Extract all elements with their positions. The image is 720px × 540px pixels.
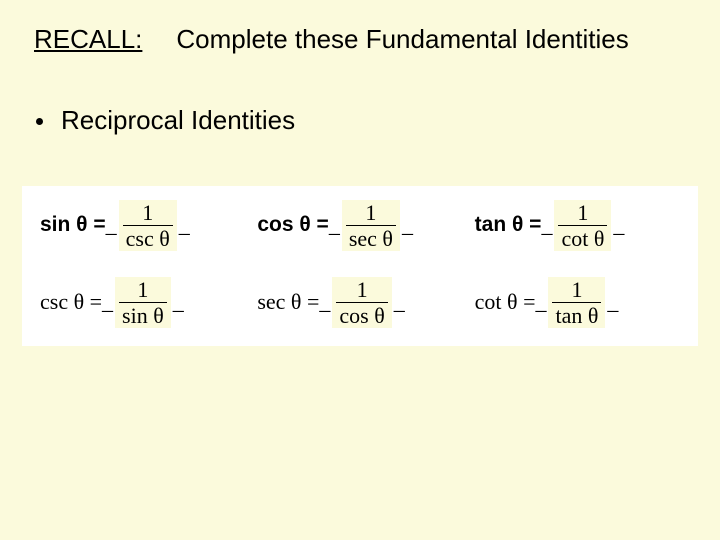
identity-sin-lhs: sin θ = [40, 213, 106, 237]
blank-trailing: _ [394, 289, 405, 315]
identities-block: sin θ = _ 1 csc θ _ cos θ = _ 1 [22, 186, 698, 346]
fraction: 1 cos θ [336, 278, 387, 327]
fraction-denom-text: cot θ [561, 226, 604, 251]
fraction-numerator: 1 [575, 201, 590, 224]
fraction-denominator: sec θ [346, 227, 396, 250]
bullet-label: Reciprocal Identities [55, 104, 301, 138]
identities-grid: sin θ = _ 1 csc θ _ cos θ = _ 1 [40, 200, 680, 328]
fraction-denom-text: cos θ [339, 303, 384, 328]
identity-csc-lhs: csc θ = [40, 289, 102, 315]
bullet-dot-icon [36, 118, 43, 125]
fraction: 1 tan θ [552, 278, 601, 327]
fraction-denom-text: tan θ [555, 303, 598, 328]
identity-cot-lhs: cot θ = [475, 289, 536, 315]
blank-leading: _ [535, 289, 546, 315]
blank-leading: _ [541, 212, 552, 238]
identity-csc-answer: 1 sin θ [115, 277, 171, 328]
fraction-denominator: cot θ [558, 227, 607, 250]
identity-tan-answer: 1 cot θ [554, 200, 611, 251]
recall-label: RECALL: [28, 22, 148, 58]
blank-trailing: _ [613, 212, 624, 238]
fraction-denominator: sin θ [119, 304, 167, 327]
blank-leading: _ [106, 212, 117, 238]
fraction-denominator: tan θ [552, 304, 601, 327]
fraction-denom-text: sin θ [122, 303, 164, 328]
fraction-numerator: 1 [363, 201, 378, 224]
identity-cot-answer: 1 tan θ [548, 277, 605, 328]
fraction: 1 csc θ [123, 201, 173, 250]
identity-sin: sin θ = _ 1 csc θ _ [40, 200, 245, 251]
blank-trailing: _ [173, 289, 184, 315]
blank-trailing: _ [179, 212, 190, 238]
fraction-denominator: cos θ [336, 304, 387, 327]
identity-tan-lhs: tan θ = [475, 213, 542, 237]
identity-sec: sec θ = _ 1 cos θ _ [257, 277, 462, 328]
blank-trailing: _ [402, 212, 413, 238]
fraction-numerator: 1 [135, 278, 150, 301]
fraction-numerator: 1 [355, 278, 370, 301]
identity-cos: cos θ = _ 1 sec θ _ [257, 200, 462, 251]
fraction-numerator: 1 [140, 201, 155, 224]
identity-sec-lhs: sec θ = [257, 289, 319, 315]
header-row: RECALL: Complete these Fundamental Ident… [28, 22, 692, 58]
fraction-denom-text: csc θ [126, 226, 170, 251]
blank-leading: _ [319, 289, 330, 315]
identity-cos-lhs: cos θ = [257, 213, 328, 237]
fraction: 1 sec θ [346, 201, 396, 250]
identity-sec-answer: 1 cos θ [332, 277, 391, 328]
bullet-row: Reciprocal Identities [36, 104, 692, 138]
fraction-denom-text: sec θ [349, 226, 393, 251]
fraction: 1 cot θ [558, 201, 607, 250]
identity-cot: cot θ = _ 1 tan θ _ [475, 277, 680, 328]
fraction-denominator: csc θ [123, 227, 173, 250]
identity-sin-answer: 1 csc θ [119, 200, 177, 251]
blank-leading: _ [329, 212, 340, 238]
blank-leading: _ [102, 289, 113, 315]
fraction-numerator: 1 [569, 278, 584, 301]
slide: RECALL: Complete these Fundamental Ident… [0, 0, 720, 540]
identity-tan: tan θ = _ 1 cot θ _ [475, 200, 680, 251]
slide-title: Complete these Fundamental Identities [170, 22, 634, 58]
identity-cos-answer: 1 sec θ [342, 200, 400, 251]
blank-trailing: _ [607, 289, 618, 315]
fraction: 1 sin θ [119, 278, 167, 327]
identity-csc: csc θ = _ 1 sin θ _ [40, 277, 245, 328]
